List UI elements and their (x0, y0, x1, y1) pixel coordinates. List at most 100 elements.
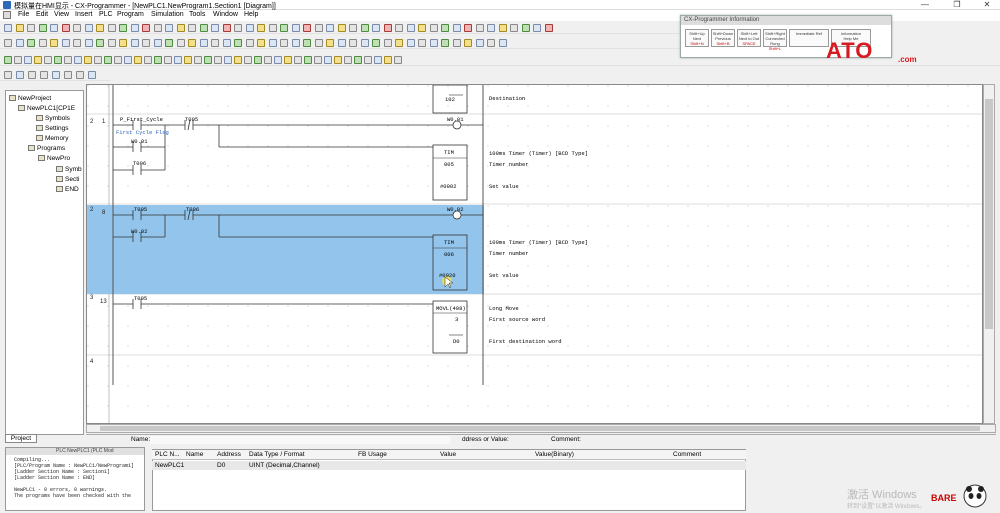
close-icon[interactable]: ✕ (972, 0, 1000, 10)
toolbar-button-icon[interactable] (61, 24, 70, 32)
ladder-diagram[interactable]: 2 1 2 8 3 13 4 102 Destination P_First_C… (86, 84, 983, 424)
toolbar-button-icon[interactable] (84, 39, 93, 47)
toolbar-button-icon[interactable] (360, 39, 369, 47)
toolbar-button-icon[interactable] (314, 56, 322, 64)
menu-edit[interactable]: Edit (36, 11, 48, 18)
toolbar-button-icon[interactable] (464, 39, 472, 47)
maximize-icon[interactable]: ❐ (942, 0, 972, 10)
column-address[interactable]: Address (217, 451, 241, 458)
column-data-type[interactable]: Data Type / Format (249, 451, 305, 458)
menu-window[interactable]: Window (213, 11, 238, 18)
toolbar-button-icon[interactable] (429, 24, 438, 32)
toolbar-button-icon[interactable] (154, 56, 162, 64)
info-key-next-out[interactable]: Shift+Left Next to Out SPACE (737, 29, 761, 47)
toolbar-button-icon[interactable] (498, 39, 507, 47)
column-value[interactable]: Value (440, 451, 456, 458)
doc-icon[interactable] (3, 11, 11, 19)
toolbar-button-icon[interactable] (4, 39, 12, 47)
tab-project[interactable]: Project (5, 434, 37, 443)
toolbar-button-icon[interactable] (73, 24, 81, 32)
tree-item-settings[interactable]: Settings (36, 125, 69, 132)
toolbar-button-icon[interactable] (176, 39, 185, 47)
toolbar-button-icon[interactable] (188, 24, 196, 32)
toolbar-button-icon[interactable] (88, 71, 96, 79)
toolbar-button-icon[interactable] (54, 56, 62, 64)
toolbar-button-icon[interactable] (314, 24, 323, 32)
toolbar-button-icon[interactable] (84, 24, 93, 32)
toolbar-button-icon[interactable] (364, 56, 372, 64)
toolbar-button-icon[interactable] (280, 39, 288, 47)
menu-view[interactable]: View (54, 11, 69, 18)
toolbar-button-icon[interactable] (475, 39, 484, 47)
tree-item-end[interactable]: END (56, 186, 79, 193)
toolbar-button-icon[interactable] (257, 24, 265, 32)
toolbar-button-icon[interactable] (406, 39, 415, 47)
toolbar-button-icon[interactable] (61, 39, 70, 47)
info-key-next[interactable]: Shift+Up Next Shift+N (685, 29, 709, 47)
toolbar-button-icon[interactable] (244, 56, 252, 64)
toolbar-button-icon[interactable] (114, 56, 122, 64)
toolbar-button-icon[interactable] (164, 56, 172, 64)
toolbar-button-icon[interactable] (324, 56, 332, 64)
tree-item-newprogram[interactable]: NewPro (38, 155, 70, 162)
toolbar-button-icon[interactable] (64, 56, 72, 64)
toolbar-button-icon[interactable] (418, 39, 426, 47)
toolbar-button-icon[interactable] (204, 56, 212, 64)
toolbar-button-icon[interactable] (38, 24, 47, 32)
toolbar-button-icon[interactable] (384, 56, 392, 64)
toolbar-button-icon[interactable] (119, 39, 127, 47)
menu-program[interactable]: Program (117, 11, 144, 18)
toolbar-button-icon[interactable] (119, 24, 127, 32)
toolbar-button-icon[interactable] (372, 24, 380, 32)
toolbar-button-icon[interactable] (521, 24, 530, 32)
toolbar-button-icon[interactable] (291, 24, 300, 32)
toolbar-button-icon[interactable] (222, 24, 231, 32)
toolbar-button-icon[interactable] (395, 24, 403, 32)
toolbar-button-icon[interactable] (4, 56, 12, 64)
toolbar-button-icon[interactable] (4, 71, 12, 79)
toolbar-button-icon[interactable] (268, 39, 277, 47)
toolbar-button-icon[interactable] (52, 71, 60, 79)
toolbar-button-icon[interactable] (38, 39, 47, 47)
toolbar-button-icon[interactable] (487, 39, 495, 47)
table-row[interactable] (152, 461, 746, 470)
column-plc-name[interactable]: PLC N... (155, 451, 180, 458)
column-value-binary[interactable]: Value(Binary) (535, 451, 574, 458)
toolbar-button-icon[interactable] (16, 71, 24, 79)
toolbar-button-icon[interactable] (268, 24, 277, 32)
toolbar-button-icon[interactable] (194, 56, 202, 64)
toolbar-button-icon[interactable] (124, 56, 132, 64)
toolbar-button-icon[interactable] (27, 24, 35, 32)
toolbar-button-icon[interactable] (337, 39, 346, 47)
column-fb-usage[interactable]: FB Usage (358, 451, 387, 458)
menu-plc[interactable]: PLC (99, 11, 113, 18)
tree-item-program-symbols[interactable]: Symb (56, 166, 82, 173)
toolbar-button-icon[interactable] (211, 24, 219, 32)
toolbar-button-icon[interactable] (245, 24, 254, 32)
toolbar-button-icon[interactable] (165, 24, 173, 32)
toolbar-button-icon[interactable] (50, 39, 58, 47)
toolbar-button-icon[interactable] (441, 24, 449, 32)
toolbar-button-icon[interactable] (74, 56, 82, 64)
name-field[interactable] (150, 436, 450, 444)
toolbar-button-icon[interactable] (27, 39, 35, 47)
toolbar-button-icon[interactable] (4, 24, 12, 32)
toolbar-button-icon[interactable] (40, 71, 48, 79)
toolbar-button-icon[interactable] (199, 39, 208, 47)
info-key-previous[interactable]: Shift+Down Previous Shift+B (711, 29, 735, 47)
toolbar-button-icon[interactable] (374, 56, 382, 64)
toolbar-button-icon[interactable] (487, 24, 495, 32)
menu-file[interactable]: File (18, 11, 29, 18)
toolbar-button-icon[interactable] (34, 56, 42, 64)
toolbar-button-icon[interactable] (274, 56, 282, 64)
toolbar-button-icon[interactable] (144, 56, 152, 64)
toolbar-button-icon[interactable] (452, 24, 461, 32)
toolbar-button-icon[interactable] (234, 24, 242, 32)
toolbar-button-icon[interactable] (142, 39, 150, 47)
tree-item-plc[interactable]: NewPLC1[CP1E (18, 105, 75, 112)
toolbar-button-icon[interactable] (96, 24, 104, 32)
toolbar-button-icon[interactable] (254, 56, 262, 64)
toolbar-button-icon[interactable] (44, 56, 52, 64)
toolbar-button-icon[interactable] (134, 56, 142, 64)
toolbar-button-icon[interactable] (107, 39, 116, 47)
